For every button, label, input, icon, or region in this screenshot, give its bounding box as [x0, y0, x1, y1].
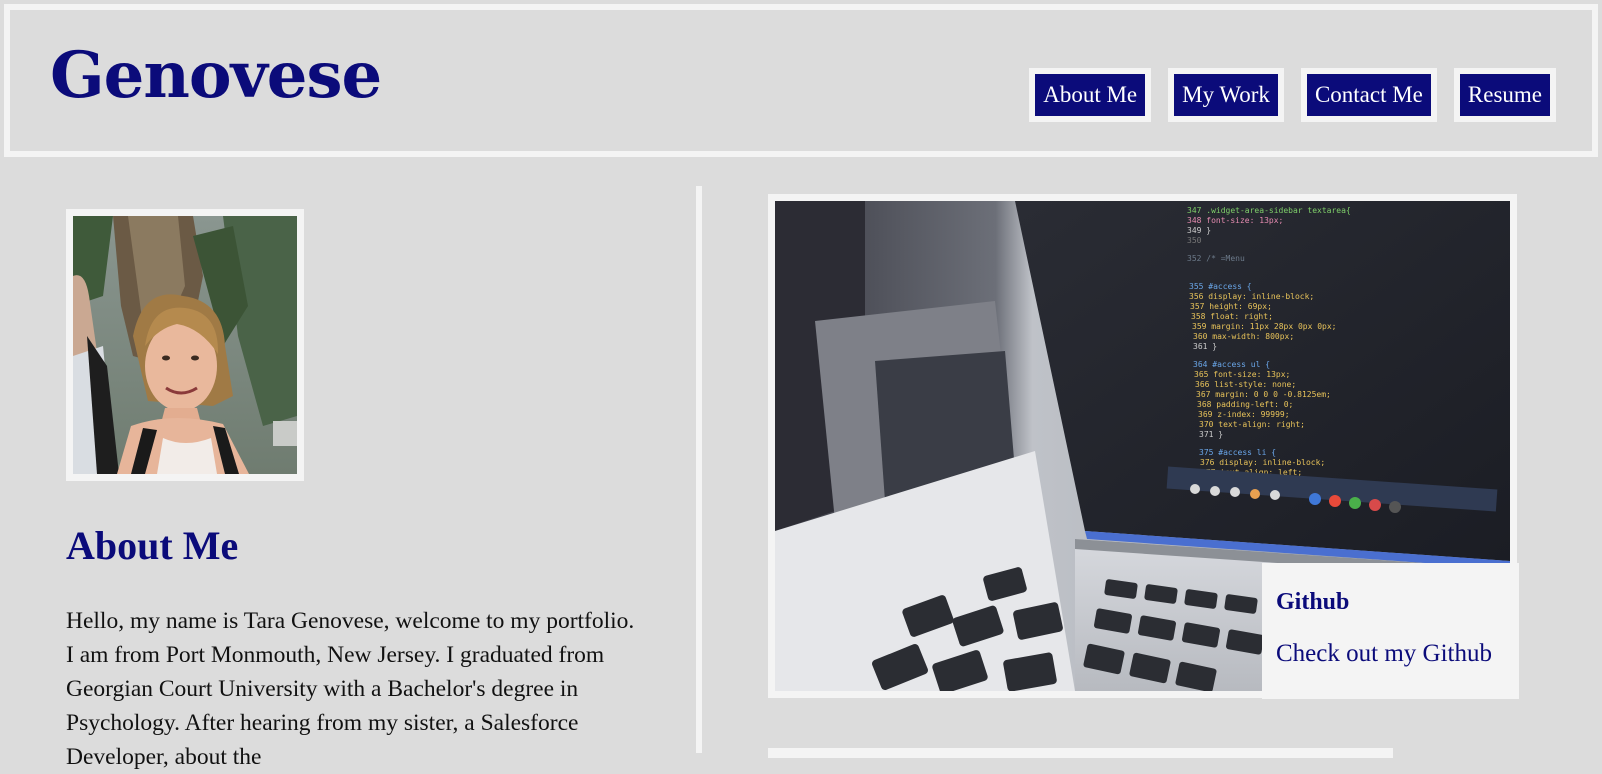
code-line: 375 #access li {	[1199, 448, 1276, 457]
code-line: 349 }	[1187, 226, 1211, 235]
code-line: 365 font-size: 13px;	[1194, 370, 1290, 379]
nav-label: My Work	[1174, 74, 1278, 116]
code-line: 369 z-index: 99999;	[1198, 410, 1290, 419]
site-header: Genovese About Me My Work Contact Me Res…	[4, 4, 1598, 157]
code-line: 348 font-size: 13px;	[1187, 216, 1283, 225]
code-line: 347 .widget-area-sidebar textarea{	[1187, 206, 1351, 215]
about-heading: About Me	[66, 523, 239, 568]
code-line: 359 margin: 11px 28px 0px 0px;	[1192, 322, 1337, 331]
code-line: 361 }	[1193, 342, 1217, 351]
card-caption: Github Check out my Github	[1262, 563, 1519, 699]
github-link[interactable]: Check out my Github	[1276, 640, 1507, 668]
code-line: 367 margin: 0 0 0 -0.8125em;	[1196, 390, 1331, 399]
code-line: 370 text-align: right;	[1199, 420, 1305, 429]
code-line: 356 display: inline-block;	[1189, 292, 1314, 301]
nav-contact-me-button[interactable]: Contact Me	[1300, 68, 1437, 122]
code-line: 360 max-width: 800px;	[1193, 332, 1294, 341]
code-line: 368 padding-left: 0;	[1197, 400, 1293, 409]
nav-resume-button[interactable]: Resume	[1453, 68, 1556, 122]
code-line: 364 #access ul {	[1193, 360, 1270, 369]
nav-my-work-button[interactable]: My Work	[1168, 68, 1284, 122]
next-project-card[interactable]	[768, 748, 1393, 758]
project-title: Github	[1276, 589, 1350, 615]
code-line: 350	[1187, 236, 1202, 245]
about-paragraph: Hello, my name is Tara Genovese, welcome…	[66, 608, 635, 770]
nav-about-me-button[interactable]: About Me	[1029, 68, 1152, 122]
profile-photo-image	[73, 216, 297, 474]
code-line: 355 #access {	[1189, 282, 1252, 291]
column-divider	[696, 186, 702, 753]
nav-label: Contact Me	[1306, 74, 1431, 116]
code-line: 358 float: right;	[1191, 312, 1273, 321]
code-line: 357 height: 69px;	[1190, 302, 1272, 311]
profile-photo	[66, 209, 304, 481]
main-nav: About Me My Work Contact Me Resume	[1029, 68, 1556, 122]
site-logo[interactable]: Genovese	[50, 44, 382, 108]
code-line: 371 }	[1199, 430, 1223, 439]
code-line: 376 display: inline-block;	[1200, 458, 1325, 467]
code-line: 366 list-style: none;	[1195, 380, 1296, 389]
code-line: 352 /* =Menu	[1187, 254, 1245, 263]
nav-label: Resume	[1459, 74, 1550, 116]
nav-label: About Me	[1035, 74, 1146, 116]
